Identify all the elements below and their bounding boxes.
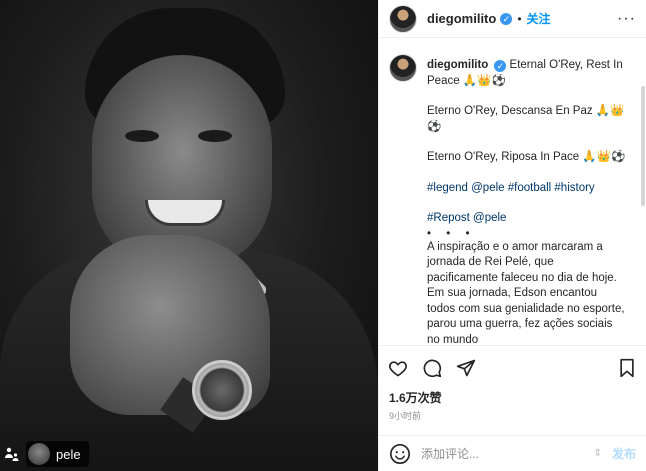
likes-count[interactable]: 1.6万次赞 [379, 389, 646, 407]
caption-author-avatar[interactable] [389, 54, 417, 82]
post-view: pele diegomilito ✓ • 关注 ··· diegomilito ✓… [0, 0, 646, 471]
photo-watch [192, 360, 252, 420]
more-options-icon[interactable]: ··· [617, 10, 636, 28]
post-photo[interactable]: pele [0, 0, 378, 471]
action-bar [379, 345, 646, 389]
comment-bar: ⇕ 发布 [379, 435, 646, 471]
follow-button[interactable]: 关注 [527, 10, 551, 27]
caption-paragraph-1: diegomilito ✓ Eternal O'Rey, Rest In Peac… [427, 58, 627, 89]
emoji-icon [390, 443, 410, 464]
caption-verified-icon: ✓ [494, 60, 507, 72]
tagged-user-name: pele [56, 446, 81, 462]
tagged-user[interactable]: pele [4, 441, 89, 467]
caption-paragraph-3: Eterno O'Rey, Riposa In Pace 🙏👑⚽ [427, 151, 626, 163]
tagged-people-icon[interactable] [4, 446, 20, 462]
author-username[interactable]: diegomilito [427, 11, 496, 26]
caption-dots: • • • [427, 227, 476, 240]
photo-eye-right [198, 130, 232, 142]
caption-hashtags[interactable]: #legend @pele #football #history [427, 181, 627, 197]
bookmark-icon [620, 358, 634, 377]
post-sidebar: diegomilito ✓ • 关注 ··· diegomilito ✓ Eter… [378, 0, 646, 471]
post-header: diegomilito ✓ • 关注 ··· [379, 0, 646, 38]
caption-paragraph-2: Eterno O'Rey, Descansa En Paz 🙏👑⚽ [427, 105, 625, 133]
caption-body: A inspiração e o amor marcaram a jornada… [427, 240, 625, 346]
post-comment-button[interactable]: 发布 [612, 445, 636, 462]
send-icon [456, 359, 476, 376]
comment-button[interactable] [421, 357, 443, 379]
like-button[interactable] [387, 357, 409, 379]
share-button[interactable] [455, 357, 477, 379]
tagged-user-pill[interactable]: pele [26, 441, 89, 467]
caption-username[interactable]: diegomilito [427, 59, 488, 71]
post-timestamp: 9小时前 [389, 411, 422, 421]
caption-text: diegomilito ✓ Eternal O'Rey, Rest In Peac… [427, 58, 627, 345]
caption-repost[interactable]: #Repost @pele [427, 211, 627, 227]
comment-icon [423, 359, 442, 377]
header-separator: • [517, 11, 522, 26]
tagged-user-avatar [28, 443, 50, 465]
emoji-button[interactable] [389, 443, 411, 465]
comment-input[interactable] [421, 446, 584, 461]
heart-icon [389, 360, 407, 376]
save-button[interactable] [616, 357, 638, 379]
resize-handle-icon[interactable]: ⇕ [594, 448, 602, 459]
caption-scrollbar[interactable] [641, 86, 645, 206]
caption-area: diegomilito ✓ Eternal O'Rey, Rest In Peac… [379, 38, 646, 345]
verified-badge-icon: ✓ [500, 12, 513, 25]
author-avatar[interactable] [389, 4, 417, 33]
photo-eye-left [125, 130, 159, 142]
